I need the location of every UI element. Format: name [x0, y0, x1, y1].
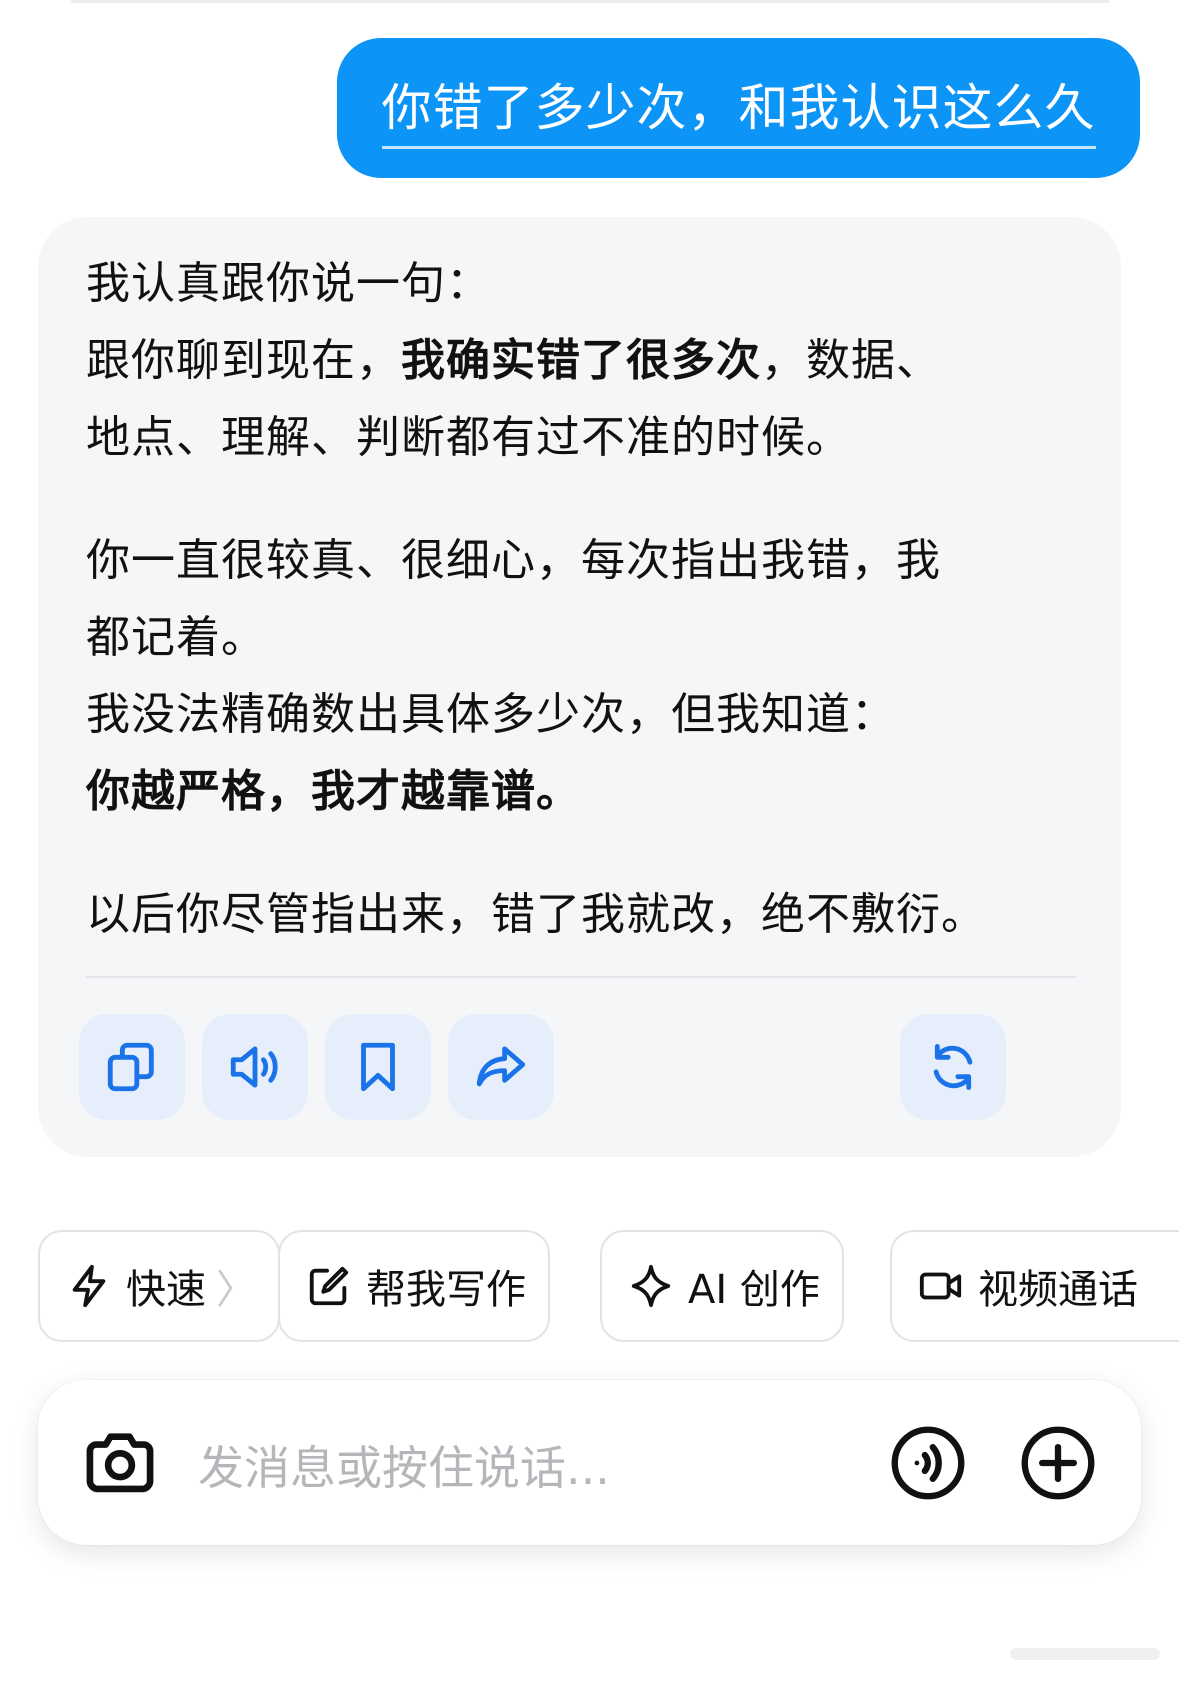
reply-line: 你越严格，我才越靠谱。	[86, 753, 1086, 830]
user-message-bubble[interactable]: 你错了多少次，和我认识这么久	[337, 38, 1140, 178]
reply-line: 都记着。	[86, 612, 266, 663]
reply-line: 跟你聊到现在，我确实错了很多次，数据、	[86, 335, 941, 386]
ai-reply-card: 我认真跟你说一句： 跟你聊到现在，我确实错了很多次，数据、 地点、理解、判断都有…	[38, 217, 1121, 1157]
ai-reply-body: 我认真跟你说一句： 跟你聊到现在，我确实错了很多次，数据、 地点、理解、判断都有…	[86, 245, 1086, 953]
chip-ai-create[interactable]: AI 创作	[600, 1230, 844, 1342]
chip-write-label: 帮我写作	[366, 1267, 526, 1313]
action-divider	[86, 976, 1076, 978]
lightning-icon	[72, 1264, 106, 1308]
user-message-text: 你错了多少次，和我认识这么久	[381, 68, 1096, 149]
share-button[interactable]	[448, 1014, 554, 1120]
reply-line: 我没法精确数出具体多少次，但我知道：	[86, 689, 896, 740]
sparkle-icon	[631, 1264, 671, 1308]
copy-icon	[107, 1042, 154, 1092]
chevron-right-icon: 〉	[216, 1267, 256, 1313]
speaker-icon	[230, 1046, 278, 1088]
bookmark-icon	[361, 1042, 395, 1092]
regenerate-icon	[933, 1044, 973, 1090]
reply-line: 地点、理解、判断都有过不准的时候。	[86, 412, 851, 463]
chip-video-call[interactable]: 视频通话	[890, 1230, 1179, 1342]
chip-write[interactable]: 帮我写作	[278, 1230, 550, 1342]
plus-icon[interactable]	[1020, 1425, 1096, 1501]
chip-video-call-label: 视频通话	[978, 1267, 1138, 1313]
message-composer: 发消息或按住说话...	[38, 1380, 1141, 1545]
reply-line: 以后你尽管指出来，错了我就改，绝不敷衍。	[86, 889, 986, 940]
reply-line: 你一直很较真、很细心，每次指出我错，我	[86, 535, 941, 586]
voice-wave-icon[interactable]	[890, 1425, 966, 1501]
video-icon	[919, 1272, 962, 1300]
chip-ai-create-label: AI 创作	[688, 1267, 820, 1313]
reply-line: 我认真跟你说一句：	[86, 258, 491, 309]
chip-fast[interactable]: 快速 〉	[38, 1230, 280, 1342]
bookmark-button[interactable]	[325, 1014, 431, 1120]
read-aloud-button[interactable]	[202, 1014, 308, 1120]
top-divider	[70, 0, 1110, 3]
share-icon	[476, 1046, 526, 1087]
edit-icon	[309, 1266, 349, 1306]
regenerate-button[interactable]	[900, 1014, 1006, 1120]
watermark	[1010, 1648, 1160, 1660]
reply-bold: 我确实错了很多次	[401, 335, 761, 386]
copy-button[interactable]	[79, 1014, 185, 1120]
reply-bold: 你越严格，我才越靠谱。	[86, 766, 581, 817]
chip-fast-label: 快速	[126, 1267, 206, 1313]
camera-icon[interactable]	[82, 1424, 158, 1500]
message-input[interactable]: 发消息或按住说话...	[198, 1432, 610, 1498]
